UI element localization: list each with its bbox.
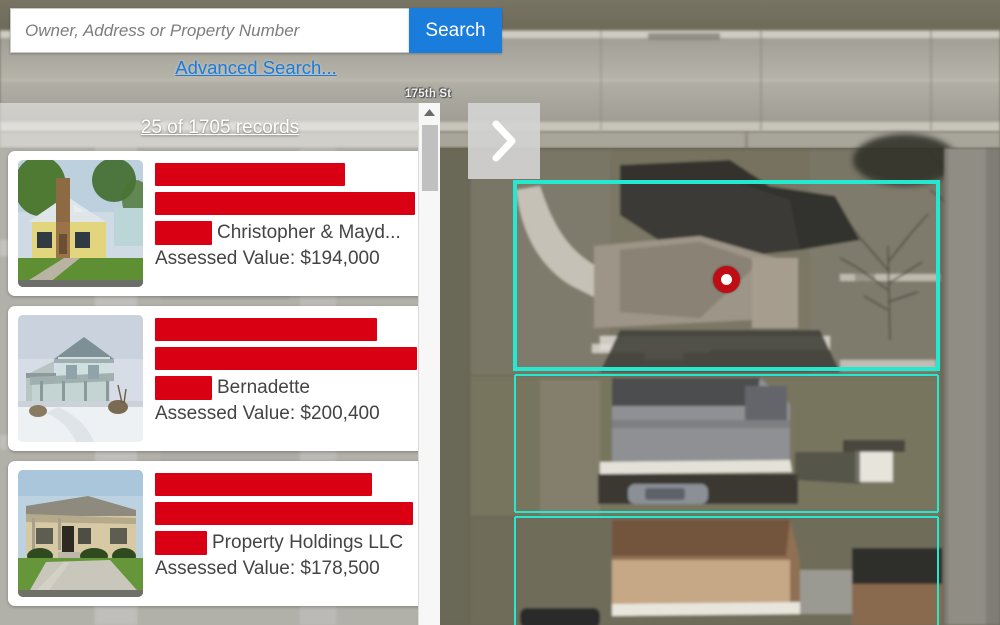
owner-row: Bernadette — [155, 376, 422, 400]
result-card[interactable]: Bernadette Assessed Value: $200,400 — [8, 306, 432, 451]
redacted-address-line2 — [155, 502, 413, 525]
redacted-address-line2 — [155, 347, 417, 370]
property-thumbnail[interactable] — [18, 160, 143, 287]
owner-row: Christopher & Mayd... — [155, 221, 422, 245]
search-input[interactable] — [10, 8, 409, 53]
results-list: Christopher & Mayd... Assessed Value: $1… — [0, 151, 440, 606]
card-body: Bernadette Assessed Value: $200,400 — [155, 315, 422, 442]
scroll-up-arrow-icon[interactable] — [419, 103, 440, 121]
owner-name: Christopher & Mayd... — [217, 222, 401, 243]
property-search-app: 175th St Search Advanced Search... 25 of… — [0, 0, 1000, 625]
redacted-owner-prefix — [155, 221, 212, 245]
location-marker-icon[interactable] — [713, 266, 740, 293]
redacted-owner-prefix — [155, 531, 207, 555]
marker-inner-dot — [721, 274, 732, 285]
redacted-address-line1 — [155, 473, 372, 496]
house-photo-tan-bungalow — [18, 160, 143, 287]
advanced-search-container: Advanced Search... — [0, 57, 512, 79]
redacted-address-line1 — [155, 163, 345, 186]
assessed-value: Assessed Value: $194,000 — [155, 248, 380, 269]
property-thumbnail[interactable] — [18, 315, 143, 442]
search-button[interactable]: Search — [409, 8, 502, 53]
result-card[interactable]: Property Holdings LLC Assessed Value: $1… — [8, 461, 432, 606]
redacted-address-line2 — [155, 192, 415, 215]
owner-name: Bernadette — [217, 377, 310, 398]
house-photo-blue-twostory-winter — [18, 315, 143, 442]
assessed-value: Assessed Value: $178,500 — [155, 558, 380, 579]
result-card[interactable]: Christopher & Mayd... Assessed Value: $1… — [8, 151, 432, 296]
redacted-owner-prefix — [155, 376, 212, 400]
results-scrollbar[interactable] — [418, 103, 440, 625]
scrollbar-thumb[interactable] — [422, 125, 438, 191]
card-body: Christopher & Mayd... Assessed Value: $1… — [155, 160, 422, 287]
house-photo-tan-ranch — [18, 470, 143, 597]
search-bar: Search — [10, 8, 502, 53]
advanced-search-link[interactable]: Advanced Search... — [175, 57, 336, 78]
results-panel: 25 of 1705 records Christopher & Mayd...… — [0, 103, 440, 625]
chevron-right-icon — [492, 120, 516, 162]
owner-row: Property Holdings LLC — [155, 531, 422, 555]
results-count-label[interactable]: 25 of 1705 records — [0, 103, 440, 139]
assessed-value: Assessed Value: $200,400 — [155, 403, 380, 424]
redacted-address-line1 — [155, 318, 377, 341]
owner-name: Property Holdings LLC — [212, 532, 404, 553]
card-body: Property Holdings LLC Assessed Value: $1… — [155, 470, 422, 597]
property-thumbnail[interactable] — [18, 470, 143, 597]
next-panel-button[interactable] — [468, 103, 540, 179]
